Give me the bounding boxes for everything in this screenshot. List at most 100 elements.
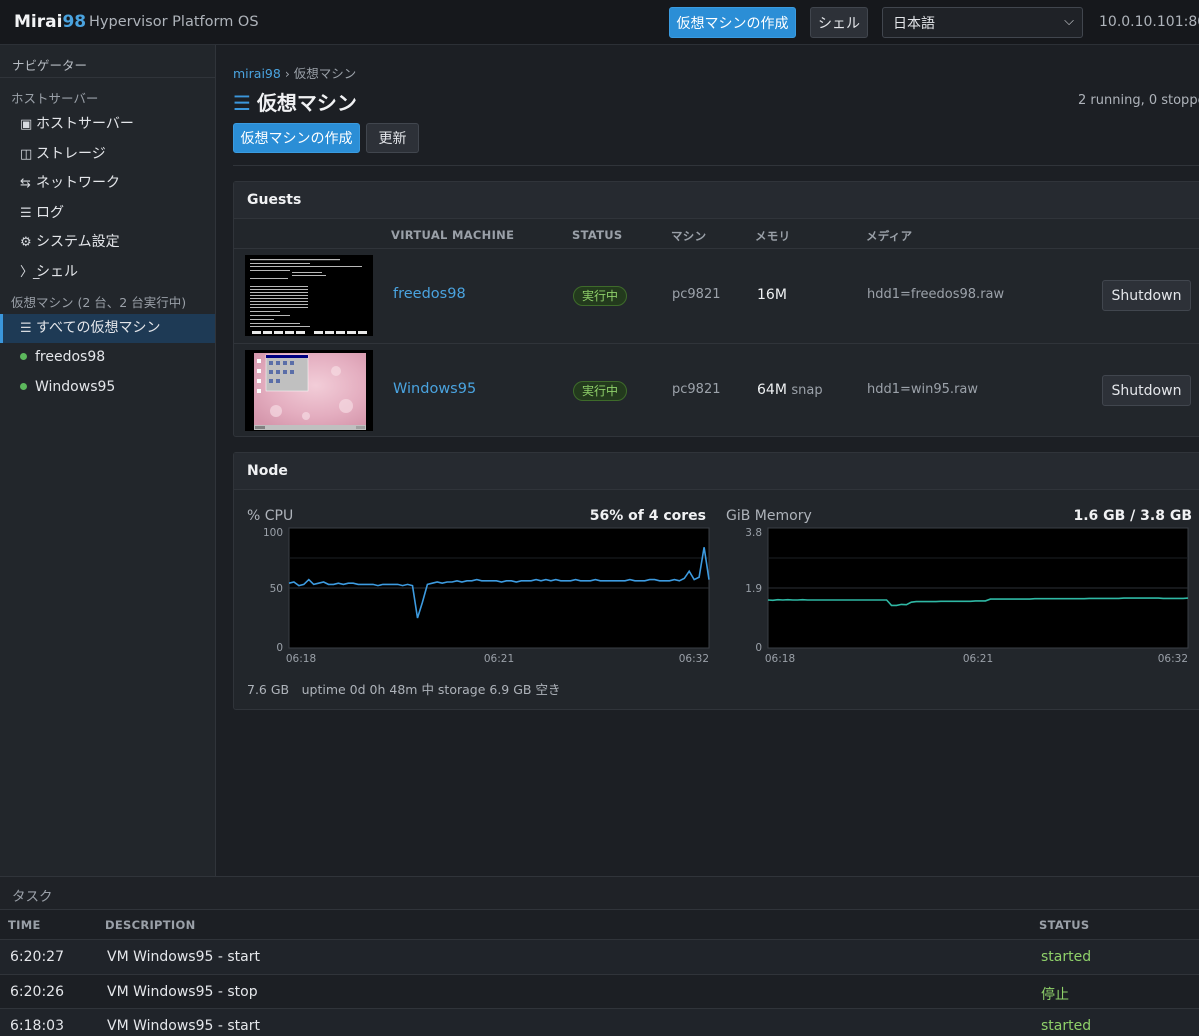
tasks-list: 6:20:27 VM Windows95 - start started 6:2…: [0, 940, 1199, 1036]
sidebar-item-all-vms[interactable]: ☰ すべての仮想マシン: [0, 313, 215, 344]
shutdown-button[interactable]: Shutdown: [1102, 375, 1191, 406]
vm-link-windows95[interactable]: Windows95: [393, 381, 476, 397]
cpu-x-tick-label: 06:18: [286, 653, 316, 665]
col-status: STATUS: [1039, 918, 1090, 932]
col-memory: メモリ: [755, 229, 791, 243]
task-description: VM Windows95 - start: [107, 1018, 260, 1035]
running-dot-icon: [20, 353, 27, 361]
product-name: Hypervisor Platform OS: [89, 14, 259, 30]
task-status: 停止: [1041, 986, 1069, 1003]
sidebar-item-settings[interactable]: ⚙ システム設定: [0, 228, 215, 258]
task-description: VM Windows95 - start: [107, 949, 260, 965]
status-badge: 実行中: [573, 286, 628, 306]
sidebar-item-vm-windows95[interactable]: Windows95: [0, 373, 215, 403]
sidebar-title: ナビゲーター: [0, 45, 215, 78]
task-time: 6:20:27: [10, 949, 64, 965]
top-bar: Mirai98 Hypervisor Platform OS 仮想マシンの作成 …: [0, 0, 1199, 45]
divider: [233, 165, 1199, 166]
list-icon: ☰: [20, 320, 32, 336]
storage-icon: ◫: [20, 146, 33, 162]
task-time: 6:20:26: [10, 983, 64, 1000]
run-summary: 2 running, 0 stopped: [1078, 93, 1199, 108]
create-vm-button[interactable]: 仮想マシンの作成: [233, 123, 360, 153]
memory-x-tick-label: 06:32: [1158, 653, 1188, 665]
page-title: ☰ 仮想マシン: [233, 91, 357, 115]
cpu-x-tick-label: 06:21: [484, 653, 514, 665]
table-row[interactable]: 6:18:03 VM Windows95 - start started: [0, 1009, 1199, 1036]
sidebar-item-network[interactable]: ⇆ ネットワーク: [0, 169, 215, 199]
tasks-panel: タスク TIME DESCRIPTION STATUS 6:20:27 VM W…: [0, 876, 1199, 1036]
refresh-button[interactable]: 更新: [366, 123, 419, 153]
chevron-down-icon: ⌵: [1064, 14, 1074, 29]
memory-value: 64M snap: [757, 382, 823, 398]
tasks-table-header: TIME DESCRIPTION STATUS: [0, 910, 1199, 940]
server-icon: ▣: [20, 117, 33, 132]
language-value: 日本語: [893, 16, 935, 32]
sidebar: ナビゲーター ホストサーバー ▣ ホストサーバー ◫ ストレージ ⇆ ネットワーク ☰…: [0, 45, 216, 876]
task-description: VM Windows95 - stop: [107, 983, 258, 1000]
table-row: freedos98 実行中 pc9821 16M hdd1=freedos98.…: [234, 249, 1199, 344]
task-time: 6:18:03: [10, 1018, 64, 1035]
tasks-title: タスク: [0, 877, 1199, 910]
main-content: mirai98 › 仮想マシン ☰ 仮想マシン 2 running, 0 stop…: [216, 45, 1199, 876]
node-panel: Node % CPU 56% of 4 cores GiB Memory 1.6…: [233, 452, 1199, 710]
vm-screen-thumbnail[interactable]: [245, 255, 373, 336]
sidebar-group-host: ホストサーバー: [11, 91, 99, 106]
log-icon: ☰: [20, 205, 32, 221]
host-address: 10.0.10.101:8098: [1099, 14, 1199, 30]
guests-title: Guests: [234, 182, 1199, 219]
breadcrumb-root-link[interactable]: mirai98: [233, 66, 281, 81]
table-row[interactable]: 6:20:27 VM Windows95 - start started: [0, 940, 1199, 975]
sidebar-item-log[interactable]: ☰ ログ: [0, 199, 215, 229]
col-virtual-machine: VIRTUAL MACHINE: [391, 228, 515, 242]
guests-table-header: VIRTUAL MACHINE STATUS マシン メモリ メディア: [234, 220, 1199, 249]
cpu-y-tick-label: 50: [270, 583, 283, 595]
sidebar-item-vm-freedos98[interactable]: freedos98: [0, 343, 215, 373]
table-row: Windows95 実行中 pc9821 64M snap hdd1=win95…: [234, 344, 1199, 439]
task-status: started: [1041, 1018, 1092, 1035]
network-icon: ⇆: [20, 176, 31, 192]
cpu-y-tick-label: 0: [276, 642, 283, 654]
status-badge: 実行中: [573, 381, 628, 401]
list-icon: ☰: [233, 91, 251, 115]
gear-icon: ⚙: [20, 235, 32, 251]
node-charts: 10050006:18 06:21 06:323.81.9006:18 06:21 06…: [263, 527, 1189, 665]
cpu-x-tick-label: 06:32: [679, 653, 709, 665]
breadcrumb: mirai98 › 仮想マシン: [233, 66, 357, 81]
col-description: DESCRIPTION: [105, 918, 196, 932]
memory-y-tick-label: 3.8: [745, 527, 762, 539]
table-row[interactable]: 6:20:26 VM Windows95 - stop 停止: [0, 975, 1199, 1010]
sidebar-item-shell[interactable]: 〉_シェル: [0, 258, 215, 288]
memory-value: 16M: [757, 287, 787, 303]
node-footer-stats: 7.6 GB uptime 0d 0h 48m 中 storage 6.9 GB…: [247, 682, 561, 697]
sidebar-group-vms: 仮想マシン (2 台、2 台実行中): [11, 294, 187, 310]
brand-logo[interactable]: Mirai98: [14, 12, 86, 32]
freedos-console-image: [246, 256, 372, 335]
memory-x-tick-label: 06:18: [765, 653, 795, 665]
breadcrumb-current: 仮想マシン: [293, 66, 357, 81]
memory-x-tick-label: 06:21: [963, 653, 993, 665]
language-select[interactable]: 日本語 ⌵: [882, 7, 1083, 38]
header-create-vm-button[interactable]: 仮想マシンの作成: [669, 7, 796, 38]
col-media: メディア: [866, 229, 913, 243]
media-value: hdd1=win95.raw: [867, 382, 979, 397]
windows95-desktop-image: [246, 351, 372, 430]
sidebar-host-list: ▣ ホストサーバー ◫ ストレージ ⇆ ネットワーク ☰ ログ ⚙ システム設定 〉_シェ…: [0, 110, 215, 288]
media-value: hdd1=freedos98.raw: [867, 287, 1005, 302]
machine-type: pc9821: [672, 287, 721, 302]
terminal-icon: 〉_: [20, 264, 40, 280]
col-time: TIME: [8, 918, 41, 932]
header-shell-button[interactable]: シェル: [810, 7, 868, 38]
sidebar-item-storage[interactable]: ◫ ストレージ: [0, 140, 215, 170]
task-status: started: [1041, 949, 1092, 965]
col-status: STATUS: [572, 228, 623, 242]
memory-y-tick-label: 1.9: [745, 583, 762, 595]
cpu-y-tick-label: 100: [263, 527, 283, 539]
memory-y-tick-label: 0: [755, 642, 762, 654]
machine-type: pc9821: [672, 382, 721, 397]
vm-link-freedos98[interactable]: freedos98: [393, 286, 466, 302]
vm-screen-thumbnail[interactable]: [245, 350, 373, 431]
sidebar-item-host-server[interactable]: ▣ ホストサーバー: [0, 110, 215, 140]
snap-label: snap: [791, 383, 823, 398]
shutdown-button[interactable]: Shutdown: [1102, 280, 1191, 311]
